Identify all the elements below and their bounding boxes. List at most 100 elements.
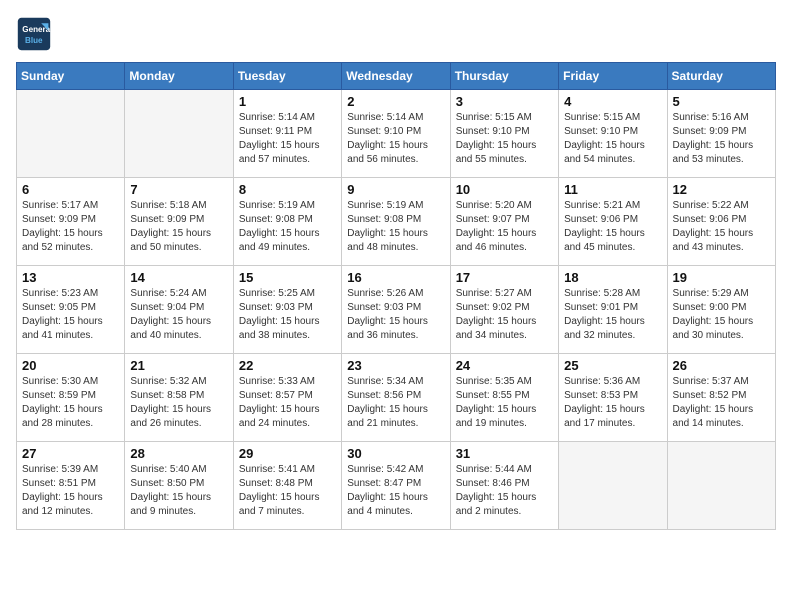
day-info: Sunrise: 5:44 AM Sunset: 8:46 PM Dayligh…: [456, 463, 553, 519]
day-info: Sunrise: 5:37 AM Sunset: 8:52 PM Dayligh…: [673, 375, 770, 431]
day-number: 27: [22, 446, 119, 461]
day-number: 14: [130, 270, 227, 285]
day-info: Sunrise: 5:17 AM Sunset: 9:09 PM Dayligh…: [22, 199, 119, 255]
day-number: 8: [239, 182, 336, 197]
day-cell: 26Sunrise: 5:37 AM Sunset: 8:52 PM Dayli…: [667, 354, 775, 442]
logo: General Blue: [16, 16, 58, 52]
day-cell: 2 Sunrise: 5:14 AM Sunset: 9:10 PM Daylig…: [342, 90, 450, 178]
col-header-tuesday: Tuesday: [233, 63, 341, 90]
day-info: Sunrise: 5:28 AM Sunset: 9:01 PM Dayligh…: [564, 287, 661, 343]
day-info: Sunrise: 5:19 AM Sunset: 9:08 PM Dayligh…: [239, 199, 336, 255]
day-cell: [17, 90, 125, 178]
day-info: Sunrise: 5:32 AM Sunset: 8:58 PM Dayligh…: [130, 375, 227, 431]
day-number: 16: [347, 270, 444, 285]
day-info: Sunrise: 5:15 AM Sunset: 9:10 PM Dayligh…: [456, 111, 553, 167]
day-number: 13: [22, 270, 119, 285]
calendar-table: SundayMondayTuesdayWednesdayThursdayFrid…: [16, 62, 776, 530]
day-number: 22: [239, 358, 336, 373]
day-cell: 31 Sunrise: 5:44 AM Sunset: 8:46 PM Dayli…: [450, 442, 558, 530]
day-info: Sunrise: 5:25 AM Sunset: 9:03 PM Dayligh…: [239, 287, 336, 343]
day-info: Sunrise: 5:26 AM Sunset: 9:03 PM Dayligh…: [347, 287, 444, 343]
col-header-thursday: Thursday: [450, 63, 558, 90]
day-cell: 25 Sunrise: 5:36 AM Sunset: 8:53 PM Dayli…: [559, 354, 667, 442]
day-cell: 3 Sunrise: 5:15 AM Sunset: 9:10 PM Daylig…: [450, 90, 558, 178]
day-cell: [667, 442, 775, 530]
day-info: Sunrise: 5:14 AM Sunset: 9:10 PM Dayligh…: [347, 111, 444, 167]
day-number: 19: [673, 270, 770, 285]
day-cell: 22 Sunrise: 5:33 AM Sunset: 8:57 PM Dayli…: [233, 354, 341, 442]
day-cell: 12Sunrise: 5:22 AM Sunset: 9:06 PM Dayli…: [667, 178, 775, 266]
day-number: 20: [22, 358, 119, 373]
day-info: Sunrise: 5:39 AM Sunset: 8:51 PM Dayligh…: [22, 463, 119, 519]
day-cell: 14 Sunrise: 5:24 AM Sunset: 9:04 PM Dayli…: [125, 266, 233, 354]
day-info: Sunrise: 5:36 AM Sunset: 8:53 PM Dayligh…: [564, 375, 661, 431]
logo-icon: General Blue: [16, 16, 52, 52]
day-info: Sunrise: 5:22 AM Sunset: 9:06 PM Dayligh…: [673, 199, 770, 255]
day-cell: 30 Sunrise: 5:42 AM Sunset: 8:47 PM Dayli…: [342, 442, 450, 530]
day-cell: 23 Sunrise: 5:34 AM Sunset: 8:56 PM Dayli…: [342, 354, 450, 442]
day-info: Sunrise: 5:41 AM Sunset: 8:48 PM Dayligh…: [239, 463, 336, 519]
day-info: Sunrise: 5:20 AM Sunset: 9:07 PM Dayligh…: [456, 199, 553, 255]
day-number: 2: [347, 94, 444, 109]
day-cell: 9 Sunrise: 5:19 AM Sunset: 9:08 PM Daylig…: [342, 178, 450, 266]
day-cell: 28 Sunrise: 5:40 AM Sunset: 8:50 PM Dayli…: [125, 442, 233, 530]
day-number: 28: [130, 446, 227, 461]
day-cell: [125, 90, 233, 178]
day-cell: 21 Sunrise: 5:32 AM Sunset: 8:58 PM Dayli…: [125, 354, 233, 442]
day-info: Sunrise: 5:34 AM Sunset: 8:56 PM Dayligh…: [347, 375, 444, 431]
day-number: 24: [456, 358, 553, 373]
day-info: Sunrise: 5:35 AM Sunset: 8:55 PM Dayligh…: [456, 375, 553, 431]
day-number: 25: [564, 358, 661, 373]
day-number: 23: [347, 358, 444, 373]
day-cell: 8 Sunrise: 5:19 AM Sunset: 9:08 PM Daylig…: [233, 178, 341, 266]
svg-text:Blue: Blue: [25, 36, 43, 45]
day-info: Sunrise: 5:24 AM Sunset: 9:04 PM Dayligh…: [130, 287, 227, 343]
day-cell: [559, 442, 667, 530]
col-header-monday: Monday: [125, 63, 233, 90]
day-info: Sunrise: 5:40 AM Sunset: 8:50 PM Dayligh…: [130, 463, 227, 519]
day-cell: 7 Sunrise: 5:18 AM Sunset: 9:09 PM Daylig…: [125, 178, 233, 266]
week-row-5: 27 Sunrise: 5:39 AM Sunset: 8:51 PM Dayli…: [17, 442, 776, 530]
day-cell: 20Sunrise: 5:30 AM Sunset: 8:59 PM Dayli…: [17, 354, 125, 442]
day-number: 18: [564, 270, 661, 285]
col-header-saturday: Saturday: [667, 63, 775, 90]
day-info: Sunrise: 5:21 AM Sunset: 9:06 PM Dayligh…: [564, 199, 661, 255]
day-number: 9: [347, 182, 444, 197]
day-info: Sunrise: 5:18 AM Sunset: 9:09 PM Dayligh…: [130, 199, 227, 255]
day-number: 10: [456, 182, 553, 197]
day-number: 1: [239, 94, 336, 109]
day-cell: 15 Sunrise: 5:25 AM Sunset: 9:03 PM Dayli…: [233, 266, 341, 354]
week-row-4: 20Sunrise: 5:30 AM Sunset: 8:59 PM Dayli…: [17, 354, 776, 442]
day-cell: 10 Sunrise: 5:20 AM Sunset: 9:07 PM Dayli…: [450, 178, 558, 266]
day-number: 4: [564, 94, 661, 109]
page-header: General Blue: [16, 16, 776, 52]
day-number: 3: [456, 94, 553, 109]
day-number: 7: [130, 182, 227, 197]
day-cell: 29 Sunrise: 5:41 AM Sunset: 8:48 PM Dayli…: [233, 442, 341, 530]
day-number: 17: [456, 270, 553, 285]
day-number: 30: [347, 446, 444, 461]
day-cell: 19 Sunrise: 5:29 AM Sunset: 9:00 PM Dayli…: [667, 266, 775, 354]
day-number: 15: [239, 270, 336, 285]
day-number: 29: [239, 446, 336, 461]
col-header-wednesday: Wednesday: [342, 63, 450, 90]
day-info: Sunrise: 5:16 AM Sunset: 9:09 PM Dayligh…: [673, 111, 770, 167]
day-info: Sunrise: 5:19 AM Sunset: 9:08 PM Dayligh…: [347, 199, 444, 255]
day-cell: 13Sunrise: 5:23 AM Sunset: 9:05 PM Dayli…: [17, 266, 125, 354]
day-cell: 27 Sunrise: 5:39 AM Sunset: 8:51 PM Dayli…: [17, 442, 125, 530]
day-number: 31: [456, 446, 553, 461]
day-info: Sunrise: 5:29 AM Sunset: 9:00 PM Dayligh…: [673, 287, 770, 343]
day-info: Sunrise: 5:33 AM Sunset: 8:57 PM Dayligh…: [239, 375, 336, 431]
day-number: 21: [130, 358, 227, 373]
day-info: Sunrise: 5:14 AM Sunset: 9:11 PM Dayligh…: [239, 111, 336, 167]
day-cell: 11Sunrise: 5:21 AM Sunset: 9:06 PM Dayli…: [559, 178, 667, 266]
week-row-1: 1 Sunrise: 5:14 AM Sunset: 9:11 PM Daylig…: [17, 90, 776, 178]
day-cell: 17Sunrise: 5:27 AM Sunset: 9:02 PM Dayli…: [450, 266, 558, 354]
day-cell: 4 Sunrise: 5:15 AM Sunset: 9:10 PM Daylig…: [559, 90, 667, 178]
day-number: 6: [22, 182, 119, 197]
day-info: Sunrise: 5:15 AM Sunset: 9:10 PM Dayligh…: [564, 111, 661, 167]
week-row-3: 13Sunrise: 5:23 AM Sunset: 9:05 PM Dayli…: [17, 266, 776, 354]
day-cell: 6 Sunrise: 5:17 AM Sunset: 9:09 PM Daylig…: [17, 178, 125, 266]
day-info: Sunrise: 5:42 AM Sunset: 8:47 PM Dayligh…: [347, 463, 444, 519]
col-header-friday: Friday: [559, 63, 667, 90]
